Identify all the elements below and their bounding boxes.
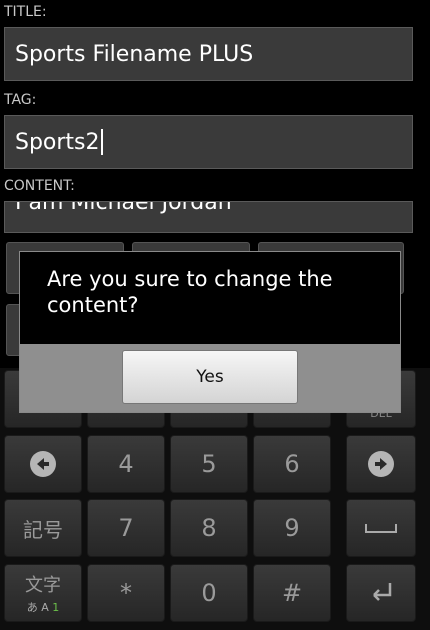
mode-number: 1 <box>52 601 60 614</box>
key-4[interactable]: 4 <box>87 435 165 493</box>
enter-key[interactable] <box>346 564 416 622</box>
title-value: Sports Filename PLUS <box>15 41 254 67</box>
key-5[interactable]: 5 <box>170 435 248 493</box>
title-field[interactable]: Sports Filename PLUS <box>4 27 413 81</box>
key-star[interactable]: * <box>87 564 165 622</box>
moji-key[interactable]: 文字 あ A 1 <box>4 564 82 622</box>
key-0-label: 0 <box>201 579 217 607</box>
content-value: I am Michael Jordan <box>15 201 232 215</box>
title-label: TITLE: <box>4 4 47 20</box>
key-7-label: 7 <box>118 514 134 542</box>
arrow-right-icon <box>368 451 394 477</box>
key-star-label: * <box>120 579 132 607</box>
tag-field[interactable]: Sports2 <box>4 115 413 169</box>
dialog-button-bar: Yes <box>20 344 400 412</box>
arrow-left-icon <box>30 451 56 477</box>
key-8-label: 8 <box>201 514 217 542</box>
key-hash[interactable]: # <box>253 564 331 622</box>
confirm-dialog: Are you sure to change the content? Yes <box>19 251 401 413</box>
key-6[interactable]: 6 <box>253 435 331 493</box>
right-arrow-key[interactable] <box>346 435 416 493</box>
key-4-label: 4 <box>118 450 134 478</box>
key-0[interactable]: 0 <box>170 564 248 622</box>
tag-label: TAG: <box>4 92 37 108</box>
key-7[interactable]: 7 <box>87 499 165 557</box>
key-hash-label: # <box>281 579 303 607</box>
key-8[interactable]: 8 <box>170 499 248 557</box>
dialog-message: Are you sure to change the content? <box>47 267 333 317</box>
content-field[interactable]: I am Michael Jordan <box>4 201 413 233</box>
text-caret <box>100 129 103 155</box>
key-5-label: 5 <box>201 450 217 478</box>
mode-label: あ A <box>26 601 53 614</box>
kigou-label: 記号 <box>23 517 63 542</box>
input-mode-indicator: あ A 1 <box>27 599 60 615</box>
key-9[interactable]: 9 <box>253 499 331 557</box>
content-label: CONTENT: <box>4 178 75 194</box>
yes-button[interactable]: Yes <box>122 350 298 404</box>
left-arrow-key[interactable] <box>4 435 82 493</box>
tag-value: Sports2 <box>15 129 100 155</box>
enter-icon <box>373 583 392 601</box>
kigou-key[interactable]: 記号 <box>4 499 82 557</box>
space-icon <box>365 524 397 533</box>
key-6-label: 6 <box>284 450 300 478</box>
space-key[interactable] <box>346 499 416 557</box>
key-9-label: 9 <box>284 514 300 542</box>
moji-label: 文字 <box>25 575 61 596</box>
